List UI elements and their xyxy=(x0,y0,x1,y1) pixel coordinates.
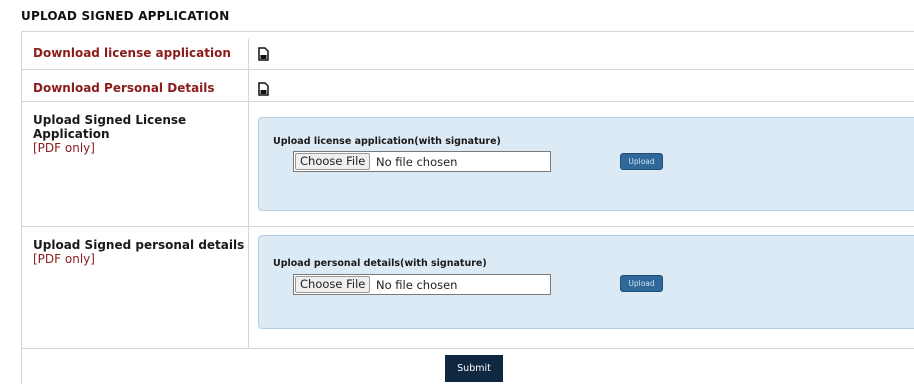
row-divider xyxy=(22,101,914,102)
upload-personal-row-label: Upload Signed personal details [PDF only… xyxy=(33,238,248,266)
upload-license-title: Upload Signed License Application xyxy=(33,113,187,141)
license-file-input[interactable]: Choose File No file chosen xyxy=(293,151,551,172)
upload-form-table: Download license application Download Pe… xyxy=(21,31,914,384)
download-personal-details-link[interactable]: Download Personal Details xyxy=(33,81,215,95)
submit-button[interactable]: Submit xyxy=(445,355,503,382)
upload-license-panel-label: Upload license application(with signatur… xyxy=(273,136,501,147)
choose-file-button[interactable]: Choose File xyxy=(295,153,371,170)
column-divider xyxy=(248,39,249,349)
upload-personal-panel-label: Upload personal details(with signature) xyxy=(273,258,487,269)
upload-personal-button[interactable]: Upload xyxy=(620,275,663,292)
file-status-text: No file chosen xyxy=(376,278,458,292)
row-divider xyxy=(22,69,914,70)
file-status-text: No file chosen xyxy=(376,155,458,169)
personal-file-input[interactable]: Choose File No file chosen xyxy=(293,274,551,295)
pdf-only-note: [PDF only] xyxy=(33,141,95,155)
choose-file-button[interactable]: Choose File xyxy=(295,276,371,293)
upload-license-row-label: Upload Signed License Application [PDF o… xyxy=(33,113,233,155)
pdf-only-note: [PDF only] xyxy=(33,252,95,266)
document-icon[interactable] xyxy=(258,82,269,96)
row-divider xyxy=(22,226,914,227)
upload-license-button[interactable]: Upload xyxy=(620,153,663,170)
upload-personal-title: Upload Signed personal details xyxy=(33,238,245,252)
row-divider xyxy=(22,348,914,349)
download-license-application-link[interactable]: Download license application xyxy=(33,46,231,60)
page-title: UPLOAD SIGNED APPLICATION xyxy=(21,9,230,23)
upload-personal-panel: Upload personal details(with signature) … xyxy=(258,235,914,329)
document-icon[interactable] xyxy=(258,47,269,61)
upload-license-panel: Upload license application(with signatur… xyxy=(258,117,914,211)
